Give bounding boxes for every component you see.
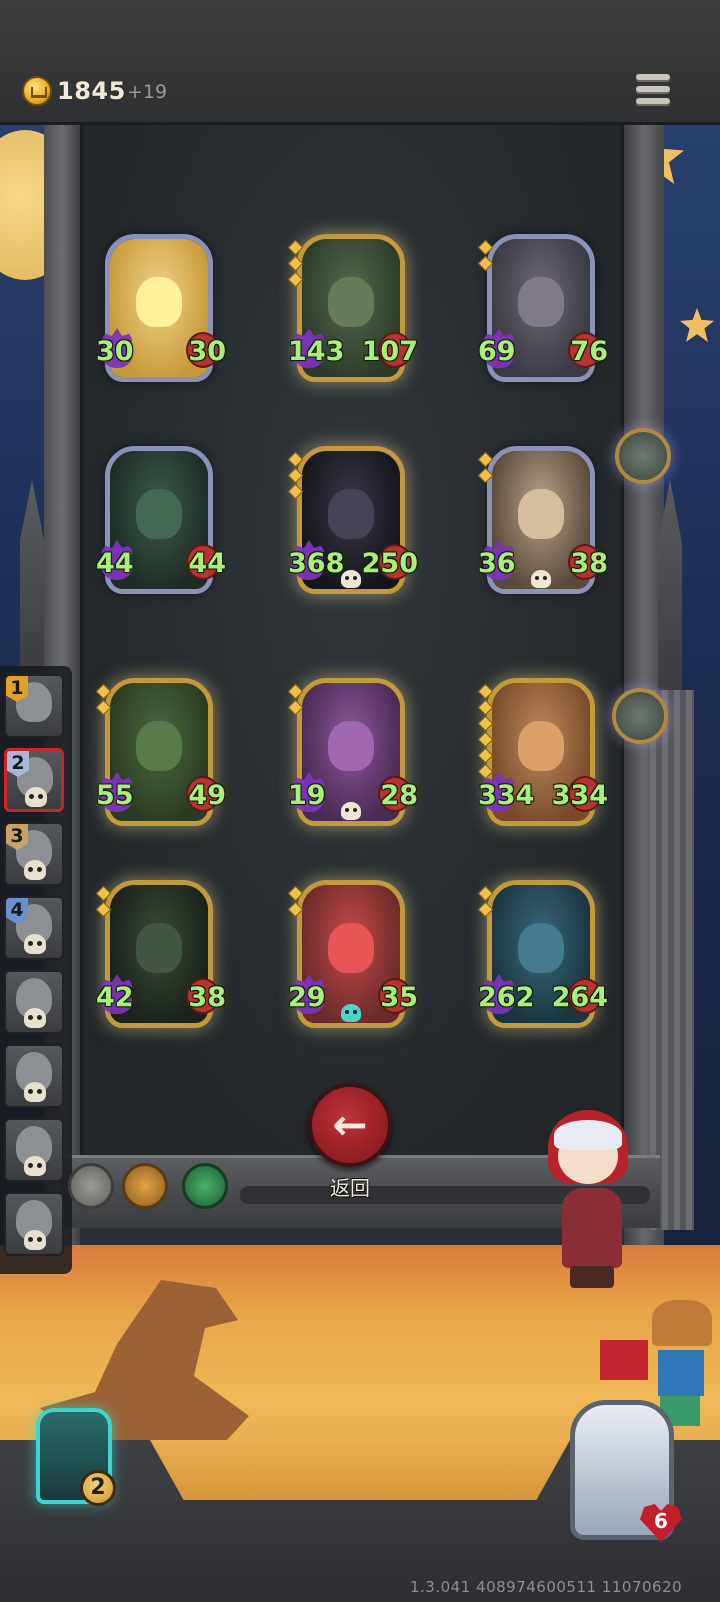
roster-slot[interactable]: 4 — [4, 896, 64, 960]
card-attack: 143 — [288, 336, 345, 367]
red-hood-character — [540, 1110, 644, 1290]
arrow-left-icon: ← — [332, 1100, 368, 1149]
card-health: 30 — [188, 336, 226, 367]
deck-count-badge: 2 — [80, 1470, 116, 1506]
skull-icon — [531, 570, 551, 588]
minion-card[interactable]: 69 76 — [477, 232, 608, 392]
card-attack: 19 — [288, 780, 326, 811]
card-attack: 44 — [96, 548, 134, 579]
card-health: 49 — [188, 780, 226, 811]
gold-token-icon[interactable] — [122, 1163, 168, 1209]
minion-card[interactable]: 368 250 — [287, 444, 418, 604]
skull-icon — [341, 802, 361, 820]
minion-card[interactable]: 19 28 — [287, 676, 418, 836]
skull-icon — [25, 787, 47, 807]
card-attack: 368 — [288, 548, 345, 579]
card-attack: 42 — [96, 982, 134, 1013]
minion-card[interactable]: 36 38 — [477, 444, 608, 604]
card-attack: 334 — [478, 780, 535, 811]
roster-slot[interactable]: 1 — [4, 674, 64, 738]
card-health: 76 — [570, 336, 608, 367]
roster-slot[interactable] — [4, 970, 64, 1034]
tier-gems — [477, 885, 494, 920]
version-text: 1.3.041 408974600511 11070620 — [410, 1578, 683, 1596]
skull-icon — [24, 1008, 46, 1028]
skull-icon — [24, 1230, 46, 1250]
card-health: 28 — [380, 780, 418, 811]
card-health: 250 — [361, 548, 418, 579]
tier-gems — [287, 451, 304, 502]
card-health: 38 — [188, 982, 226, 1013]
gold-gain: +19 — [127, 81, 168, 103]
minion-card[interactable]: 55 49 — [95, 676, 226, 836]
card-health: 334 — [551, 780, 608, 811]
skull-icon — [24, 1082, 46, 1102]
card-health: 44 — [188, 548, 226, 579]
pocket-watch-icon[interactable] — [612, 688, 668, 744]
card-attack: 36 — [478, 548, 516, 579]
skull-icon — [24, 860, 46, 880]
minion-card[interactable]: 334 334 — [477, 676, 608, 836]
card-attack: 29 — [288, 982, 326, 1013]
back-button-label[interactable]: 返回 — [318, 1172, 382, 1201]
tier-gems — [95, 885, 112, 920]
empty-token-slot[interactable] — [68, 1163, 114, 1209]
card-health: 107 — [361, 336, 418, 367]
top-bar: 1845 +19 — [0, 0, 720, 125]
minion-card[interactable]: 42 38 — [95, 878, 226, 1038]
hamburger-menu-icon[interactable] — [636, 72, 672, 106]
tier-gems — [477, 239, 494, 274]
back-button[interactable]: ← — [308, 1083, 392, 1167]
tier-gems — [287, 683, 304, 718]
minion-card[interactable]: 143 107 — [287, 232, 418, 392]
card-attack: 262 — [478, 982, 535, 1013]
roster-slot[interactable] — [4, 1044, 64, 1108]
tier-gems — [95, 683, 112, 718]
minion-card[interactable]: 30 30 — [96, 232, 226, 392]
tier-gems — [477, 683, 494, 782]
roster-slot[interactable] — [4, 1118, 64, 1182]
tier-gems — [477, 451, 494, 486]
card-attack: 30 — [96, 336, 134, 367]
minion-card[interactable]: 44 44 — [96, 444, 226, 604]
green-token-icon[interactable] — [182, 1163, 228, 1209]
minion-card[interactable]: 29 35 — [287, 878, 418, 1038]
minion-card[interactable]: 262 264 — [477, 878, 608, 1038]
card-health: 35 — [380, 982, 418, 1013]
pocket-watch-icon[interactable] — [615, 428, 671, 484]
right-column — [650, 690, 694, 1230]
card-health: 264 — [551, 982, 608, 1013]
roster-slot[interactable]: 3 — [4, 822, 64, 886]
gold-amount: 1845 — [57, 77, 126, 105]
crown-coin-icon — [22, 76, 52, 106]
skull-icon — [341, 1004, 361, 1022]
skull-icon — [24, 934, 46, 954]
tier-gems — [287, 885, 304, 920]
roster-slot[interactable]: 2 — [4, 748, 64, 812]
roster-slot[interactable] — [4, 1192, 64, 1256]
tier-gems — [287, 239, 304, 290]
card-health: 38 — [570, 548, 608, 579]
card-attack: 69 — [478, 336, 516, 367]
skull-icon — [24, 1156, 46, 1176]
card-attack: 55 — [96, 780, 134, 811]
